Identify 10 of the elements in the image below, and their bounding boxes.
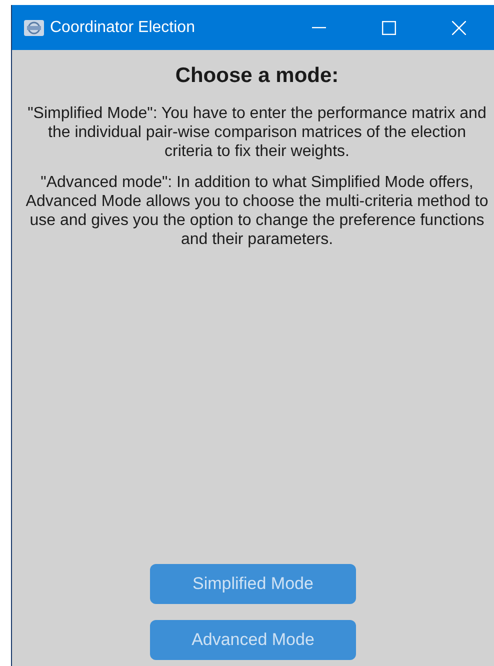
heading: Choose a mode:: [175, 64, 339, 88]
maximize-icon: [382, 20, 396, 34]
mode-button[interactable]: Simplified Mode: [150, 564, 356, 604]
mode-button[interactable]: Advanced Mode: [150, 620, 356, 660]
app-logo-icon: [24, 20, 44, 36]
minimize-icon: [312, 26, 326, 28]
description-text: "Simplified Mode": You have to enter the performance matrix and the individual pair-wise comparison matrices of the election criteria to fix their weights.: [26, 104, 488, 161]
description-text: "Advanced mode": In addition to what Simplified Mode offers, Advanced Mode allows you to choose the multi-criteria method to use and gives you the option to change the preference functions and their parameters.: [24, 173, 490, 249]
close-icon: [452, 20, 466, 34]
window-title: Coordinator Election: [50, 18, 196, 36]
